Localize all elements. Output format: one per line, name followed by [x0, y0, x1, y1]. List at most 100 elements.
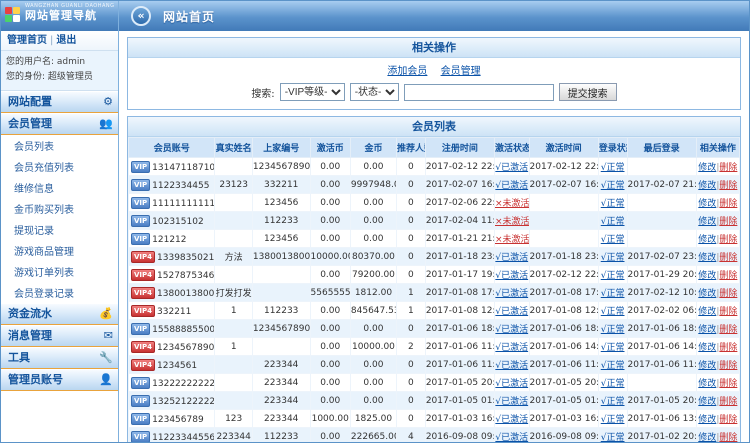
delete-link[interactable]: 删除	[719, 325, 737, 335]
login-status-cell: √正常	[598, 230, 627, 248]
login-status-link[interactable]: √正常	[601, 199, 625, 209]
delete-link[interactable]: 删除	[719, 253, 737, 263]
activation-status-link[interactable]: √已激活	[495, 433, 528, 442]
sidebar-section-site-config[interactable]: 网站配置⚙	[1, 91, 118, 113]
sidebar-section-admin-account[interactable]: 管理员账号👤	[1, 369, 118, 391]
activation-time-cell: 2017-01-06 18:56:02	[529, 320, 598, 338]
activation-status-link[interactable]: √已激活	[495, 289, 528, 299]
edit-link[interactable]: 修改	[698, 343, 716, 353]
activation-status-link[interactable]: √已激活	[495, 343, 528, 353]
sidebar-item[interactable]: 提现记录	[1, 219, 118, 240]
delete-link[interactable]: 删除	[719, 397, 737, 407]
activation-status-link[interactable]: ×未激活	[495, 217, 529, 227]
add-member-link[interactable]: 添加会员	[387, 66, 427, 77]
activation-status-link[interactable]: ×未激活	[495, 235, 529, 245]
edit-link[interactable]: 修改	[698, 415, 716, 425]
gold-cell: 10000.00	[350, 338, 396, 356]
delete-link[interactable]: 删除	[719, 433, 737, 442]
login-status-link[interactable]: √正常	[601, 289, 625, 299]
delete-link[interactable]: 删除	[719, 217, 737, 227]
activation-status-link[interactable]: √已激活	[495, 379, 528, 389]
edit-link[interactable]: 修改	[698, 199, 716, 209]
sidebar-item[interactable]: 会员充值列表	[1, 156, 118, 177]
login-status-link[interactable]: √正常	[601, 253, 625, 263]
activation-status-link[interactable]: √已激活	[495, 361, 528, 371]
delete-link[interactable]: 删除	[719, 271, 737, 281]
activation-coin-cell: 0.00	[310, 392, 350, 410]
delete-link[interactable]: 删除	[719, 361, 737, 371]
login-status-link[interactable]: √正常	[601, 163, 625, 173]
login-status-cell: √正常	[598, 392, 627, 410]
sidebar-item[interactable]: 会员列表	[1, 135, 118, 156]
login-status-link[interactable]: √正常	[601, 235, 625, 245]
activation-status-link[interactable]: √已激活	[495, 163, 528, 173]
activation-status-link[interactable]: √已激活	[495, 325, 528, 335]
logout-link[interactable]: 退出	[56, 35, 76, 46]
back-button[interactable]: «	[131, 6, 151, 26]
manage-home-link[interactable]: 管理首页	[7, 35, 47, 46]
status-select[interactable]: -状态-	[350, 83, 399, 101]
login-status-link[interactable]: √正常	[601, 271, 625, 281]
vip-level-select[interactable]: -VIP等级-	[280, 83, 345, 101]
delete-link[interactable]: 删除	[719, 181, 737, 191]
login-status-link[interactable]: √正常	[601, 217, 625, 227]
delete-link[interactable]: 删除	[719, 235, 737, 245]
table-row: VIP132521222222233440.000.0002017-01-05 …	[129, 392, 740, 410]
edit-link[interactable]: 修改	[698, 253, 716, 263]
edit-link[interactable]: 修改	[698, 379, 716, 389]
sidebar-item[interactable]: 游戏订单列表	[1, 261, 118, 282]
login-status-link[interactable]: √正常	[601, 343, 625, 353]
sidebar-section-message[interactable]: 消息管理✉	[1, 325, 118, 347]
upline-cell: 223344	[252, 392, 310, 410]
login-status-link[interactable]: √正常	[601, 415, 625, 425]
activation-status-link[interactable]: √已激活	[495, 253, 528, 263]
edit-link[interactable]: 修改	[698, 235, 716, 245]
login-status-link[interactable]: √正常	[601, 181, 625, 191]
login-status-link[interactable]: √正常	[601, 325, 625, 335]
edit-link[interactable]: 修改	[698, 271, 716, 281]
delete-link[interactable]: 删除	[719, 343, 737, 353]
member-manage-link[interactable]: 会员管理	[441, 66, 481, 77]
edit-link[interactable]: 修改	[698, 307, 716, 317]
sidebar: WANGZHAN GUANLI DAOHANG 网站管理导航 管理首页|退出 您…	[1, 1, 119, 442]
submit-search-button[interactable]: 提交搜索	[559, 83, 617, 101]
sidebar-section-member-manage[interactable]: 会员管理👥	[1, 113, 118, 135]
delete-link[interactable]: 删除	[719, 307, 737, 317]
sidebar-section-funds[interactable]: 资金流水💰	[1, 303, 118, 325]
edit-link[interactable]: 修改	[698, 361, 716, 371]
login-status-link[interactable]: √正常	[601, 379, 625, 389]
sidebar-item[interactable]: 游戏商品管理	[1, 240, 118, 261]
delete-link[interactable]: 删除	[719, 415, 737, 425]
activation-status-link[interactable]: √已激活	[495, 397, 528, 407]
edit-link[interactable]: 修改	[698, 181, 716, 191]
login-status-link[interactable]: √正常	[601, 361, 625, 371]
activation-status-link[interactable]: ×未激活	[495, 199, 529, 209]
edit-link[interactable]: 修改	[698, 163, 716, 173]
login-status-cell: √正常	[598, 194, 627, 212]
activation-status-link[interactable]: √已激活	[495, 415, 528, 425]
delete-link[interactable]: 删除	[719, 289, 737, 299]
login-status-link[interactable]: √正常	[601, 433, 625, 442]
sidebar-item[interactable]: 金币购买列表	[1, 198, 118, 219]
delete-link[interactable]: 删除	[719, 163, 737, 173]
sidebar-item[interactable]: 会员登录记录	[1, 282, 118, 303]
search-input[interactable]	[404, 84, 554, 101]
login-status-link[interactable]: √正常	[601, 397, 625, 407]
vip-badge: VIP4	[131, 269, 155, 281]
delete-link[interactable]: 删除	[719, 379, 737, 389]
login-status-link[interactable]: √正常	[601, 307, 625, 317]
activation-status-link[interactable]: √已激活	[495, 271, 528, 281]
sidebar-section-tools[interactable]: 工具🔧	[1, 347, 118, 369]
real-name-cell	[215, 356, 252, 374]
sidebar-item[interactable]: 维修信息	[1, 177, 118, 198]
edit-link[interactable]: 修改	[698, 289, 716, 299]
edit-link[interactable]: 修改	[698, 433, 716, 442]
delete-link[interactable]: 删除	[719, 199, 737, 209]
edit-link[interactable]: 修改	[698, 217, 716, 227]
activation-status-link[interactable]: √已激活	[495, 181, 528, 191]
edit-link[interactable]: 修改	[698, 397, 716, 407]
edit-link[interactable]: 修改	[698, 325, 716, 335]
upline-cell	[252, 266, 310, 284]
activation-status-link[interactable]: √已激活	[495, 307, 528, 317]
real-name-cell	[215, 158, 252, 176]
